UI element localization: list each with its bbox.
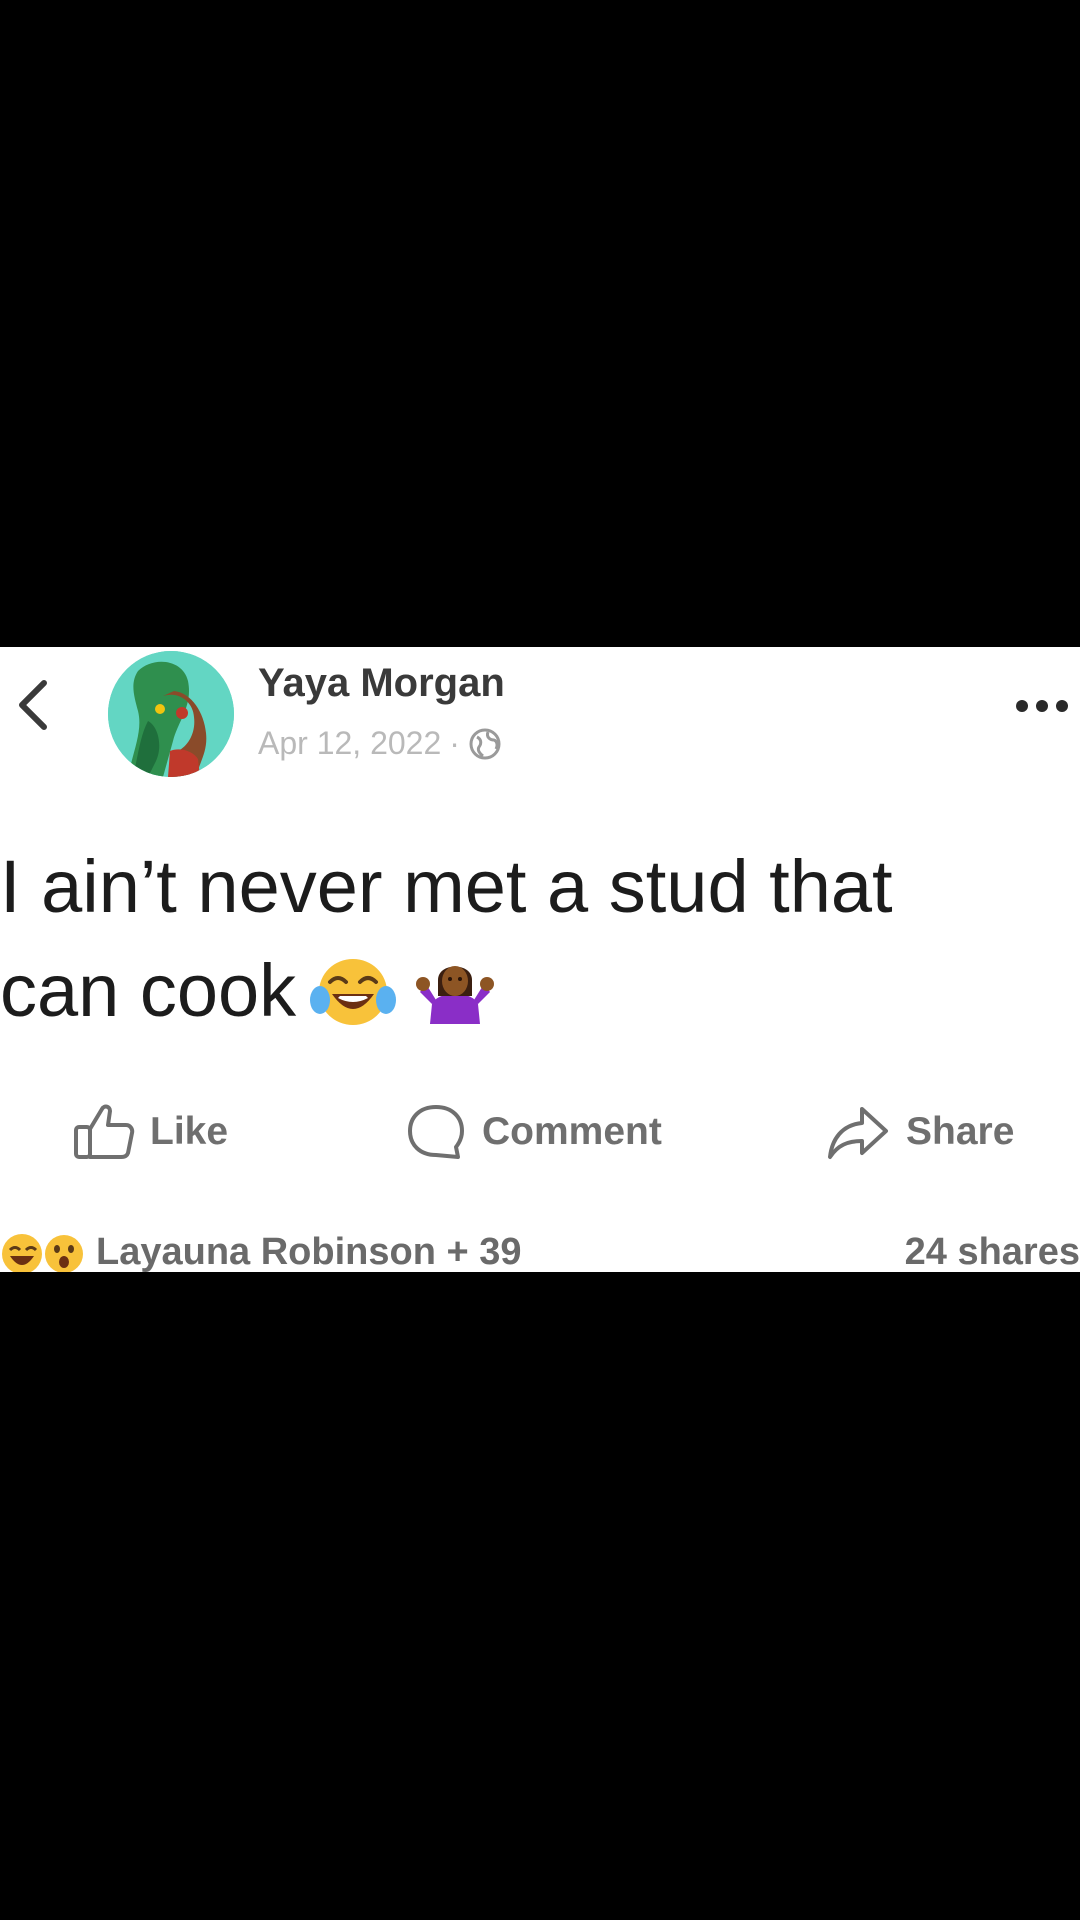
post-actions: Like Comment Share — [0, 1087, 1080, 1177]
post-meta: Apr 12, 2022 · — [258, 725, 502, 762]
shares-count[interactable]: 24 shares — [905, 1222, 1080, 1273]
avatar-image — [108, 651, 234, 777]
back-button[interactable] — [10, 675, 58, 735]
more-dots-icon — [1016, 700, 1068, 712]
like-label: Like — [150, 1110, 229, 1153]
screen: Yaya Morgan Apr 12, 2022 · I ain’t never… — [0, 0, 1080, 1920]
person-shrugging-emoji — [410, 951, 500, 1025]
thumbs-up-icon — [74, 1104, 135, 1159]
share-button[interactable]: Share — [824, 1087, 1014, 1177]
chevron-left-icon — [19, 680, 47, 730]
like-button[interactable]: Like — [72, 1087, 228, 1177]
post-body: I ain’t never met a stud that can cook — [0, 835, 1070, 1043]
post-text-line-2: can cook — [0, 949, 297, 1032]
author-name[interactable]: Yaya Morgan — [258, 661, 505, 706]
reaction-icons — [0, 1230, 86, 1272]
wow-reaction-icon — [45, 1235, 83, 1272]
comment-bubble-icon — [408, 1105, 464, 1159]
share-label: Share — [906, 1110, 1015, 1153]
meta-separator: · — [449, 725, 460, 761]
post-card: Yaya Morgan Apr 12, 2022 · I ain’t never… — [0, 647, 1080, 1272]
laughing-tears-emoji — [308, 951, 398, 1025]
haha-reaction-icon — [2, 1234, 42, 1272]
post-date[interactable]: Apr 12, 2022 — [258, 725, 441, 762]
more-options-button[interactable] — [1012, 691, 1076, 721]
comment-label: Comment — [482, 1110, 662, 1153]
avatar[interactable] — [108, 651, 234, 777]
reactions-summary[interactable]: Layauna Robinson + 39 — [0, 1222, 522, 1272]
reactions-text: Layauna Robinson + 39 — [96, 1230, 522, 1273]
globe-icon — [468, 727, 502, 761]
post-text-line-1: I ain’t never met a stud that — [0, 845, 893, 928]
comment-button[interactable]: Comment — [404, 1087, 662, 1177]
share-arrow-icon — [828, 1107, 888, 1159]
